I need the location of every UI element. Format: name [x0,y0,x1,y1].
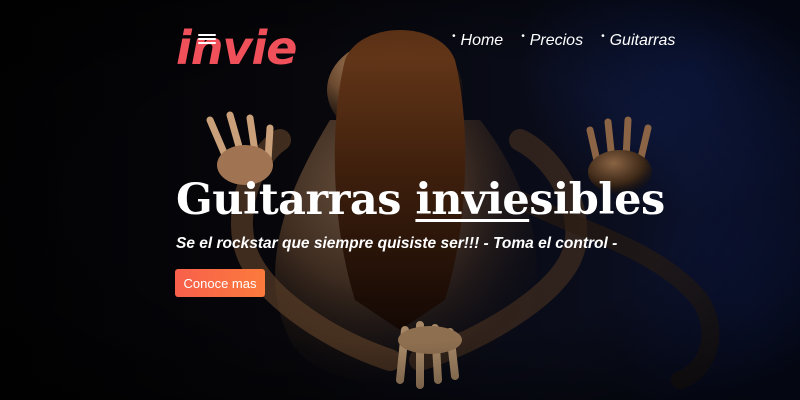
nav-bullet-icon: • [521,31,525,42]
nav-item-guitarras[interactable]: • Guitarras [601,31,676,50]
hero-title-highlight: invie [415,175,530,225]
nav-item-home-label: Home [460,32,504,49]
nav-item-precios[interactable]: • Precios [521,31,584,50]
conoce-mas-button[interactable]: Conoce mas [175,269,265,297]
nav-item-guitarras-label: Guitarras [609,32,676,49]
logo-lines-icon [198,34,216,44]
nav-item-precios-label: Precios [529,32,584,49]
hero-subtitle: Se el rockstar que siempre quisiste ser!… [176,235,618,252]
nav-item-home[interactable]: • Home [452,31,504,50]
brand-logo-text: invie [176,21,297,75]
nav-bullet-icon: • [601,31,605,42]
main-nav: • Home • Precios • Guitarras [452,31,676,50]
nav-bullet-icon: • [452,31,456,42]
hero-title-suffix: sibles [529,175,665,225]
hero-section: invie • Home • Precios • Guitarras Guita… [0,0,800,400]
hero-title-prefix: Guitarras [176,175,416,225]
hero-title: Guitarras inviesibles [176,175,665,225]
brand-logo[interactable]: invie [176,20,297,76]
